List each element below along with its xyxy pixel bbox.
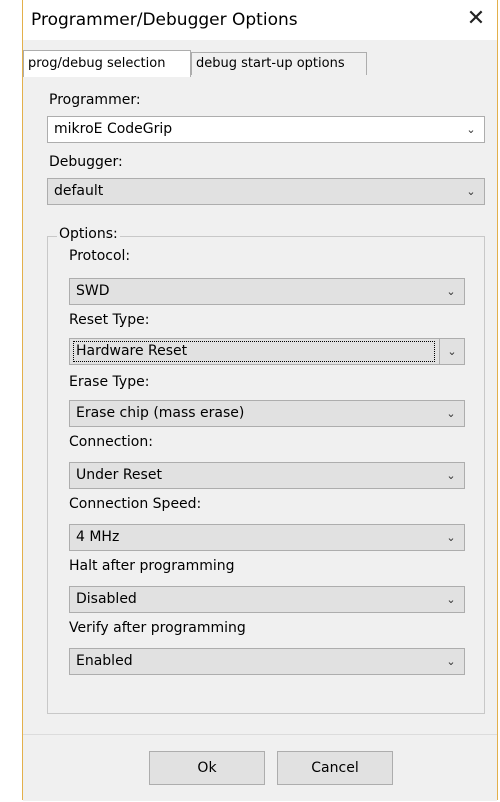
programmer-value: mikroE CodeGrip: [54, 121, 173, 137]
debugger-select[interactable]: default ⌄: [47, 178, 485, 205]
connection-value: Under Reset: [76, 467, 162, 483]
verify-after-programming-value: Enabled: [76, 653, 133, 669]
reset-type-select[interactable]: Hardware Reset ⌄: [69, 338, 465, 365]
programmer-label: Programmer:: [49, 92, 141, 108]
debugger-value: default: [54, 183, 104, 199]
chevron-down-icon: ⌄: [439, 339, 464, 364]
ok-button[interactable]: Ok: [149, 751, 265, 785]
chevron-down-icon: ⌄: [466, 185, 476, 198]
chevron-down-icon: ⌄: [446, 407, 456, 420]
chevron-down-icon: ⌄: [446, 531, 456, 544]
options-group-title: Options:: [57, 226, 120, 242]
tab-debug-startup-options[interactable]: debug start-up options: [191, 52, 367, 75]
dialog-footer: Ok Cancel: [23, 734, 497, 801]
protocol-value: SWD: [76, 283, 110, 299]
erase-type-value: Erase chip (mass erase): [76, 405, 245, 421]
connection-label: Connection:: [69, 434, 153, 450]
connection-speed-select[interactable]: 4 MHz ⌄: [69, 524, 465, 551]
protocol-select[interactable]: SWD ⌄: [69, 278, 465, 305]
tab-strip: prog/debug selection debug start-up opti…: [23, 50, 497, 77]
reset-type-label: Reset Type:: [69, 312, 150, 328]
connection-speed-label: Connection Speed:: [69, 496, 202, 512]
protocol-label: Protocol:: [69, 248, 131, 264]
halt-after-programming-select[interactable]: Disabled ⌄: [69, 586, 465, 613]
dialog-title: Programmer/Debugger Options: [31, 10, 298, 30]
erase-type-label: Erase Type:: [69, 374, 150, 390]
halt-after-programming-label: Halt after programming: [69, 558, 235, 574]
connection-select[interactable]: Under Reset ⌄: [69, 462, 465, 489]
erase-type-select[interactable]: Erase chip (mass erase) ⌄: [69, 400, 465, 427]
debugger-label: Debugger:: [49, 154, 123, 170]
chevron-down-icon: ⌄: [446, 655, 456, 668]
chevron-down-icon: ⌄: [446, 285, 456, 298]
verify-after-programming-label: Verify after programming: [69, 620, 246, 636]
halt-after-programming-value: Disabled: [76, 591, 137, 607]
chevron-down-icon: ⌄: [446, 469, 456, 482]
verify-after-programming-select[interactable]: Enabled ⌄: [69, 648, 465, 675]
chevron-down-icon: ⌄: [446, 593, 456, 606]
reset-type-value: Hardware Reset: [73, 341, 435, 362]
options-dialog: Programmer/Debugger Options ✕ prog/debug…: [22, 0, 498, 801]
chevron-down-icon: ⌄: [466, 123, 476, 136]
close-icon[interactable]: ✕: [461, 4, 491, 34]
title-bar: Programmer/Debugger Options ✕: [23, 0, 497, 40]
programmer-select[interactable]: mikroE CodeGrip ⌄: [47, 116, 485, 143]
tab-prog-debug-selection[interactable]: prog/debug selection: [23, 50, 191, 77]
tab-panel: Programmer: mikroE CodeGrip ⌄ Debugger: …: [23, 76, 497, 734]
cancel-button[interactable]: Cancel: [277, 751, 393, 785]
connection-speed-value: 4 MHz: [76, 529, 120, 545]
